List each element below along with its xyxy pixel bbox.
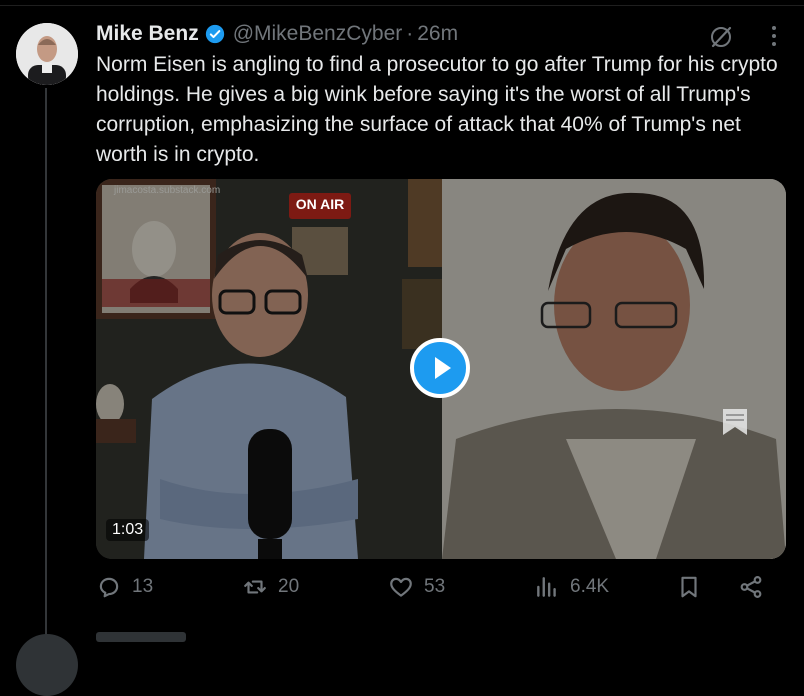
play-button[interactable]: [410, 338, 470, 398]
top-divider: [0, 5, 804, 6]
share-icon: [740, 576, 762, 598]
reply-count: 13: [132, 576, 154, 597]
video-bookmark-icon: [721, 407, 749, 437]
author-name[interactable]: Mike Benz: [96, 22, 199, 46]
timestamp[interactable]: 26m: [417, 22, 458, 46]
reply-button[interactable]: 13: [96, 574, 153, 600]
tweet-text: Norm Eisen is angling to find a prosecut…: [96, 53, 778, 166]
repost-count: 20: [278, 576, 300, 597]
play-icon: [435, 357, 451, 379]
video-player[interactable]: jimacosta.substack.com ON AIR 1:03: [96, 179, 786, 559]
next-tweet-avatar[interactable]: [16, 634, 78, 696]
grok-icon[interactable]: [708, 24, 734, 50]
reply-icon: [99, 577, 119, 598]
tweet-header: Mike Benz @MikeBenzCyber · 26m: [96, 20, 458, 48]
thread-line: [45, 88, 47, 636]
like-button[interactable]: 53: [388, 574, 445, 600]
views-icon: [537, 577, 556, 597]
author-handle[interactable]: @MikeBenzCyber: [233, 22, 403, 46]
avatar[interactable]: [16, 23, 78, 85]
verified-badge-icon: [205, 24, 225, 44]
separator: ·: [406, 22, 414, 45]
like-icon: [390, 577, 412, 597]
bookmark-button[interactable]: [676, 574, 702, 600]
next-tweet-placeholder: [96, 632, 186, 642]
on-air-sign: ON AIR: [295, 196, 345, 212]
video-duration: 1:03: [106, 519, 150, 541]
repost-button[interactable]: 20: [242, 574, 299, 600]
like-count: 53: [424, 576, 446, 597]
more-icon[interactable]: [764, 22, 784, 50]
bookmark-icon: [681, 576, 697, 598]
video-watermark: jimacosta.substack.com: [114, 185, 221, 196]
views-button[interactable]: 6.4K: [534, 574, 609, 600]
action-bar: 13 20 53 6.4K: [96, 574, 776, 608]
share-button[interactable]: [738, 574, 764, 600]
views-count: 6.4K: [570, 576, 610, 597]
next-tweet-header: [96, 632, 496, 642]
repost-icon: [244, 580, 266, 594]
